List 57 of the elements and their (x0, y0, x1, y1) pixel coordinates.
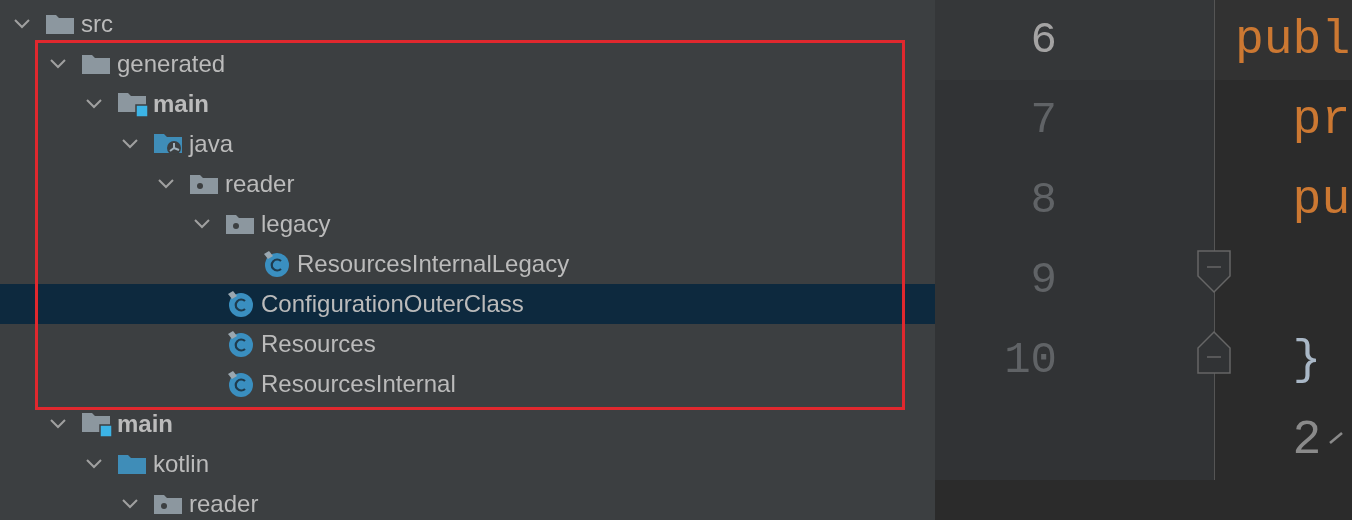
chevron-down-icon[interactable] (48, 58, 68, 70)
item-label: ResourcesInternalLegacy (297, 249, 570, 279)
class-icon (261, 250, 291, 278)
chevron-down-icon[interactable] (12, 18, 32, 30)
chevron-down-icon[interactable] (120, 498, 140, 510)
code-line: } (1291, 332, 1322, 389)
usage-icon (1329, 432, 1344, 444)
tree-item[interactable]: kotlin (0, 444, 935, 484)
item-label: ConfigurationOuterClass (261, 289, 524, 319)
class-icon (225, 370, 255, 398)
item-label: generated (117, 49, 226, 79)
tree-item[interactable]: ResourcesInternalLegacy (0, 244, 935, 284)
item-label: java (189, 129, 234, 159)
item-label: Resources (261, 329, 376, 359)
item-label: main (153, 89, 209, 119)
tree-item[interactable]: src (0, 4, 935, 44)
item-label: ResourcesInternal (261, 369, 456, 399)
tree-item[interactable]: main (0, 84, 935, 124)
code-line: publ (1235, 12, 1351, 69)
folder-icon (81, 53, 111, 75)
item-label: kotlin (153, 449, 210, 479)
item-label: legacy (261, 209, 331, 239)
tree-item[interactable]: main (0, 404, 935, 444)
chevron-down-icon[interactable] (120, 138, 140, 150)
tree-item[interactable]: ConfigurationOuterClass (0, 284, 935, 324)
fold-marker-icon[interactable] (1197, 330, 1231, 374)
fold-marker-icon[interactable] (1197, 250, 1231, 294)
chevron-down-icon[interactable] (48, 418, 68, 430)
tree-item[interactable]: ResourcesInternal (0, 364, 935, 404)
chevron-down-icon[interactable] (84, 458, 104, 470)
item-label: main (117, 409, 173, 439)
tree-item[interactable]: java (0, 124, 935, 164)
item-label: src (81, 9, 113, 39)
tree-item[interactable]: generated (0, 44, 935, 84)
package-folder-icon (153, 493, 183, 515)
module-folder-icon (81, 411, 113, 437)
package-folder-icon (189, 173, 219, 195)
chevron-down-icon[interactable] (84, 98, 104, 110)
item-label: reader (225, 169, 295, 199)
code-line: pr (1291, 92, 1351, 149)
module-folder-icon (117, 91, 149, 117)
class-icon (225, 330, 255, 358)
package-folder-icon (225, 213, 255, 235)
class-icon (225, 290, 255, 318)
line-number: 6 (1029, 14, 1057, 67)
code-line: pu (1291, 172, 1351, 229)
usage-hint: 2 (1291, 412, 1322, 469)
source-folder-icon (117, 453, 147, 475)
tree-item[interactable]: Resources (0, 324, 935, 364)
item-label: reader (189, 489, 259, 519)
tree-item[interactable]: reader (0, 164, 935, 204)
tree-item[interactable]: legacy (0, 204, 935, 244)
folder-icon (45, 13, 75, 35)
chevron-down-icon[interactable] (192, 218, 212, 230)
source-folder-icon (153, 132, 185, 156)
tree-item[interactable]: reader (0, 484, 935, 520)
chevron-down-icon[interactable] (156, 178, 176, 190)
